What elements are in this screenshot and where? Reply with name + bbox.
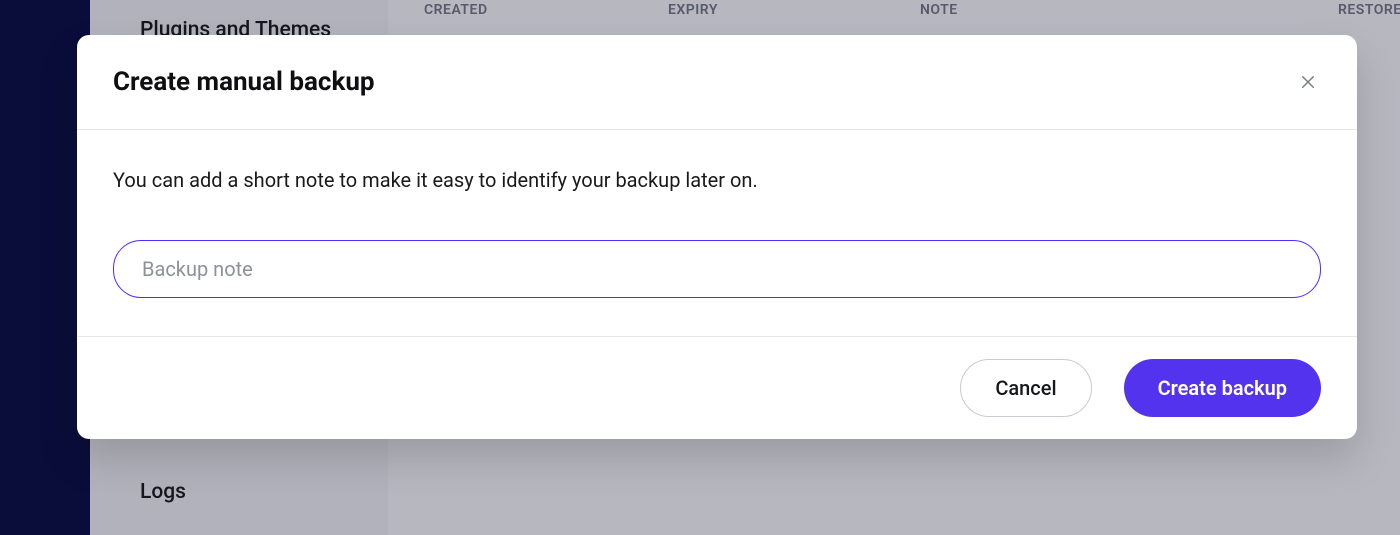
close-button[interactable] bbox=[1295, 69, 1321, 95]
modal-header: Create manual backup bbox=[77, 35, 1357, 130]
cancel-button[interactable]: Cancel bbox=[960, 359, 1091, 417]
backup-note-input[interactable] bbox=[113, 240, 1321, 298]
create-backup-modal: Create manual backup You can add a short… bbox=[77, 35, 1357, 439]
close-icon bbox=[1299, 73, 1317, 91]
create-backup-button[interactable]: Create backup bbox=[1124, 359, 1321, 417]
modal-description: You can add a short note to make it easy… bbox=[113, 168, 1321, 192]
modal-footer: Cancel Create backup bbox=[77, 337, 1357, 439]
modal-title: Create manual backup bbox=[113, 67, 375, 97]
modal-body: You can add a short note to make it easy… bbox=[77, 130, 1357, 337]
